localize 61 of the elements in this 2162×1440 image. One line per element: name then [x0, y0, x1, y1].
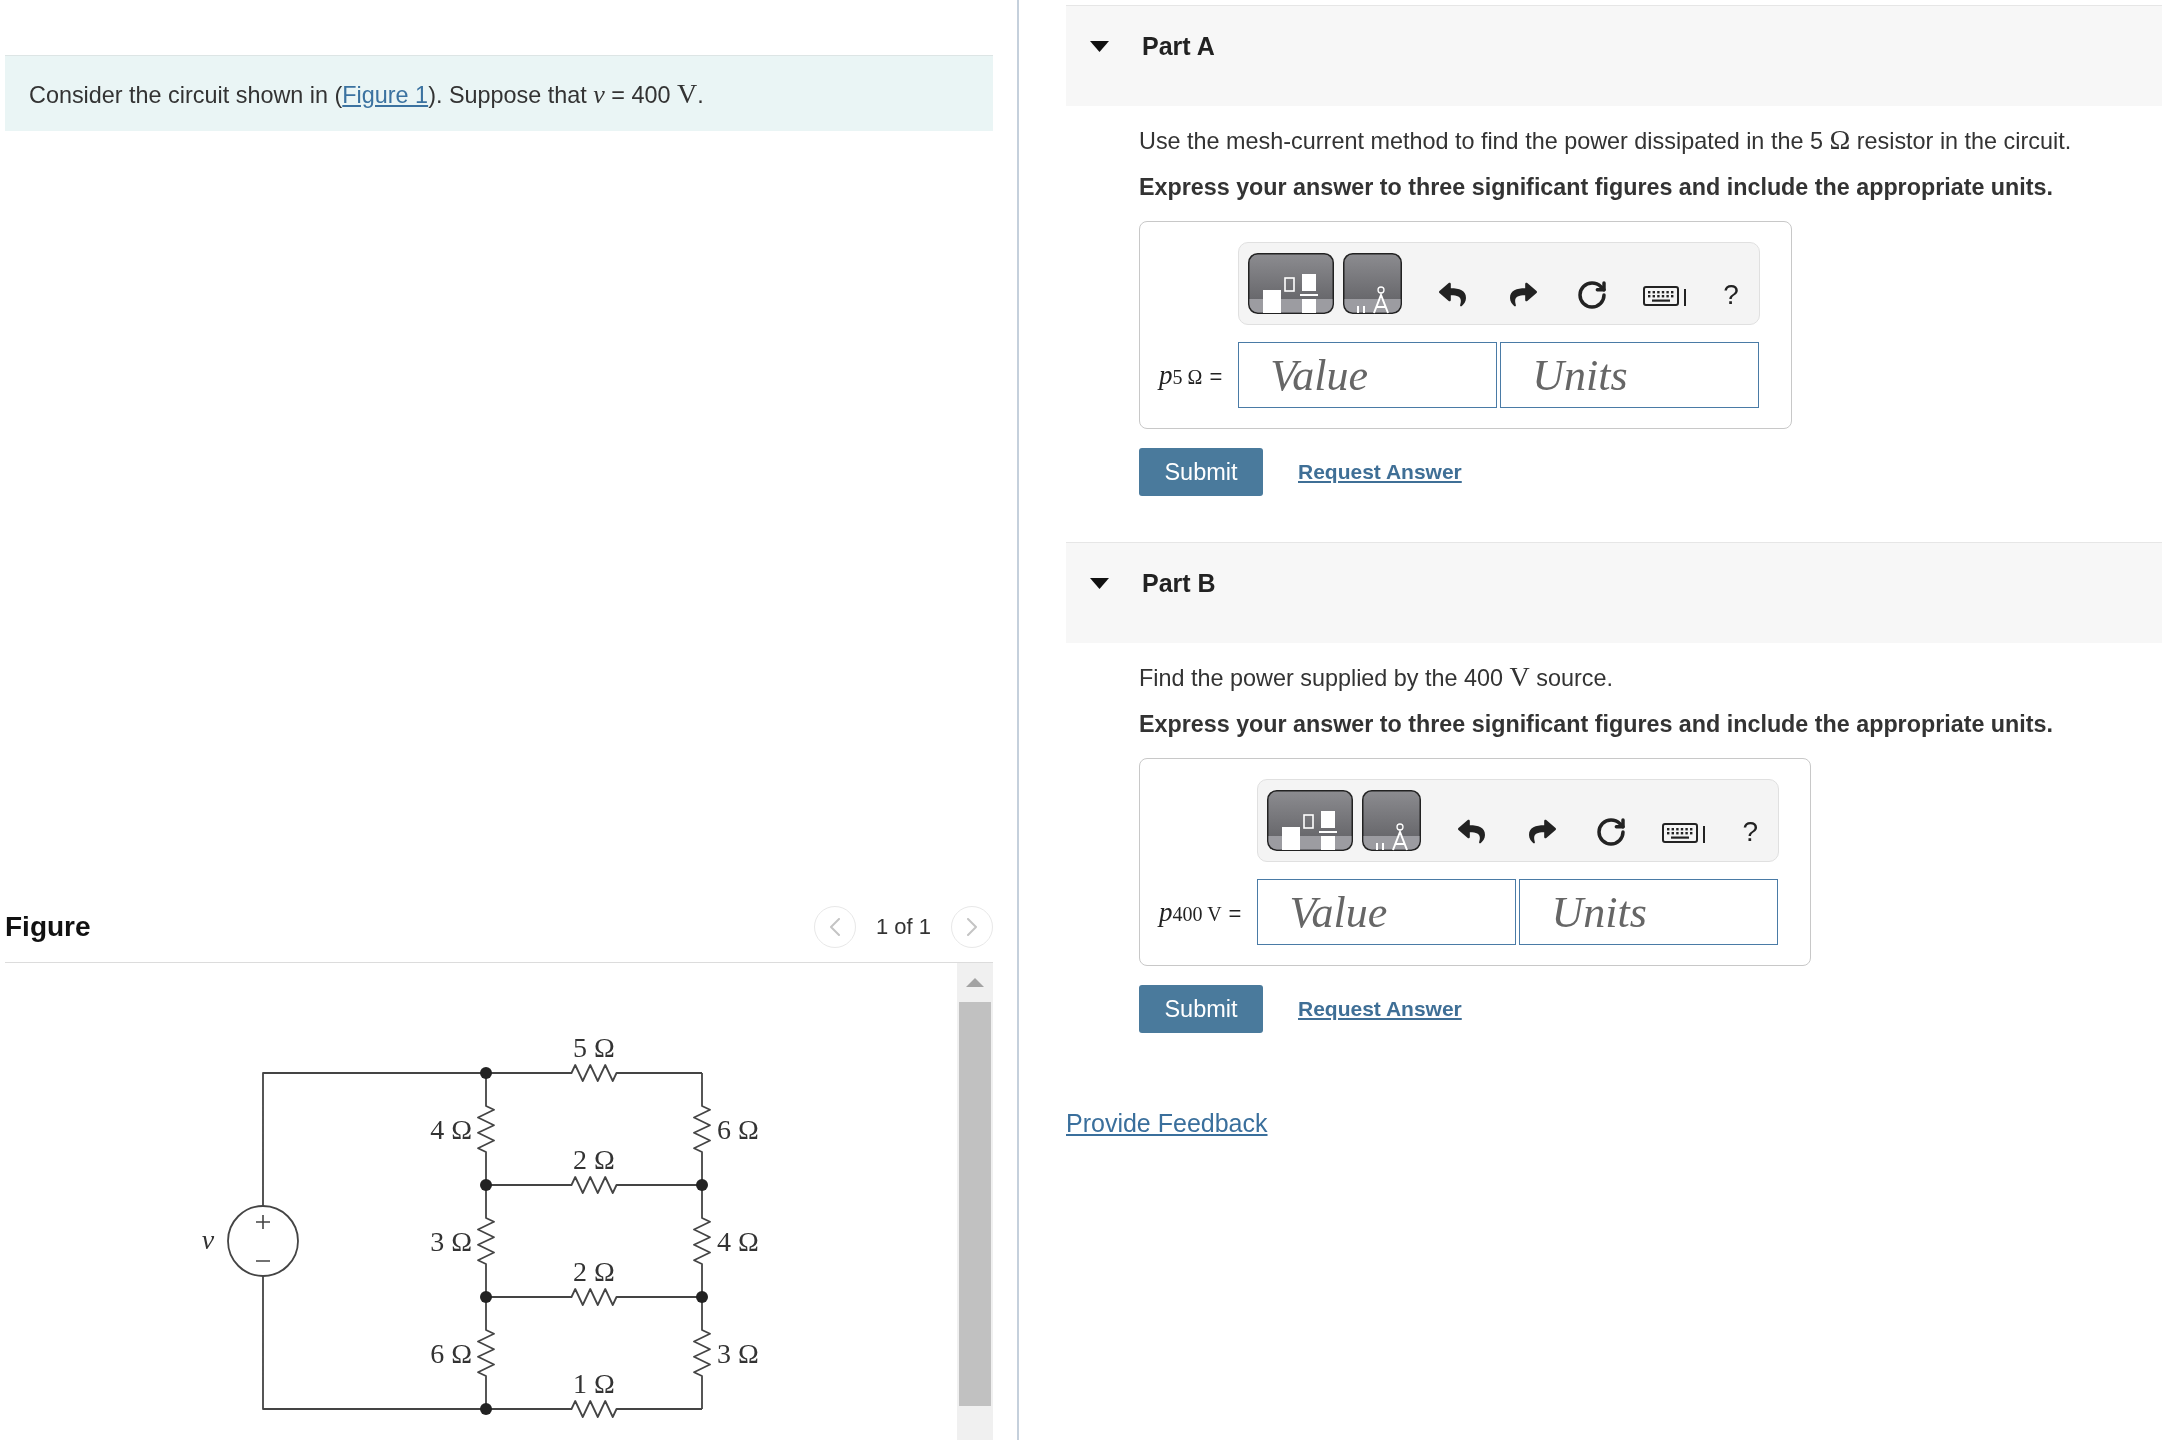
resistor-label: 3 Ω: [717, 1338, 759, 1369]
redo-icon: [1510, 281, 1538, 308]
undo-icon: [1439, 281, 1467, 308]
part-title: Part B: [1142, 569, 1216, 598]
template-button[interactable]: [1343, 253, 1403, 314]
redo-button[interactable]: [1510, 281, 1538, 308]
submit-button[interactable]: Submit: [1139, 448, 1263, 496]
resistor-label: 2 Ω: [573, 1256, 615, 1287]
instruction-text: Express your answer to three significant figures and include the appropriate units.: [1139, 710, 2053, 739]
answer-label: p400 V =: [1159, 896, 1242, 928]
answer-label: p5 Ω =: [1159, 359, 1223, 391]
caret-down-icon[interactable]: [1090, 41, 1109, 52]
scrollbar-thumb[interactable]: [959, 1002, 991, 1406]
resistor-label: 4 Ω: [717, 1226, 759, 1257]
undo-icon: [1458, 818, 1486, 845]
part-header[interactable]: Part A: [1066, 5, 2162, 106]
units-input[interactable]: Units: [1519, 879, 1779, 945]
help-button[interactable]: ?: [1723, 280, 1739, 309]
page-indicator: 1 of 1: [875, 914, 931, 940]
part-title: Part A: [1142, 32, 1215, 61]
blocks-icon: [1267, 790, 1354, 851]
blocks-icon: [1248, 253, 1335, 314]
resistor-label: 4 Ω: [430, 1114, 472, 1145]
circular-arrow-icon: [1595, 815, 1628, 848]
undo-button[interactable]: [1439, 281, 1467, 308]
redo-button[interactable]: [1529, 818, 1557, 845]
resistor-label: 3 Ω: [430, 1226, 472, 1257]
chevron-left-icon: [828, 918, 841, 936]
reset-button[interactable]: [1576, 278, 1609, 311]
help-button[interactable]: ?: [1742, 817, 1759, 846]
question-text: Use the mesh-current method to find the power dissipated in the 5 Ω resistor in the circuit.: [1139, 124, 2072, 157]
feedback-link[interactable]: Provide Feedback: [1066, 1109, 1268, 1138]
units-input[interactable]: Units: [1500, 342, 1760, 408]
template-button[interactable]: [1362, 790, 1422, 851]
instruction-text: Express your answer to three significant figures and include the appropriate units.: [1139, 173, 2053, 202]
source-label: v: [201, 1224, 215, 1255]
submit-button[interactable]: Submit: [1139, 985, 1263, 1033]
request-answer-link[interactable]: Request Answer: [1298, 460, 1462, 484]
resistor-label: 2 Ω: [573, 1144, 615, 1175]
problem-statement: Consider the circuit shown in (Figure 1). Suppose that v = 400 V.: [5, 55, 993, 131]
resistor-label: 6 Ω: [717, 1114, 759, 1145]
chevron-right-icon: [966, 918, 978, 936]
part-header[interactable]: Part B: [1066, 542, 2162, 643]
template-button[interactable]: [1267, 790, 1354, 851]
undo-button[interactable]: [1458, 818, 1486, 845]
caret-down-icon[interactable]: [1090, 578, 1109, 589]
scrollbar[interactable]: [957, 963, 993, 1440]
resistor-label: 6 Ω: [430, 1338, 472, 1369]
resistor-label: 1 Ω: [573, 1368, 615, 1399]
value-input[interactable]: Value: [1257, 879, 1517, 945]
triangle-up-icon: [966, 978, 984, 987]
figure-link[interactable]: Figure 1: [342, 82, 429, 108]
question-text: Find the power supplied by the 400 V source.: [1139, 661, 1614, 694]
circular-arrow-icon: [1576, 278, 1609, 311]
request-answer-link[interactable]: Request Answer: [1298, 997, 1462, 1021]
redo-icon: [1529, 818, 1557, 845]
template-button[interactable]: [1248, 253, 1335, 314]
figure-heading: Figure: [5, 911, 91, 943]
resistor-label: 5 Ω: [573, 1032, 615, 1063]
reset-button[interactable]: [1595, 815, 1628, 848]
value-input[interactable]: Value: [1238, 342, 1498, 408]
